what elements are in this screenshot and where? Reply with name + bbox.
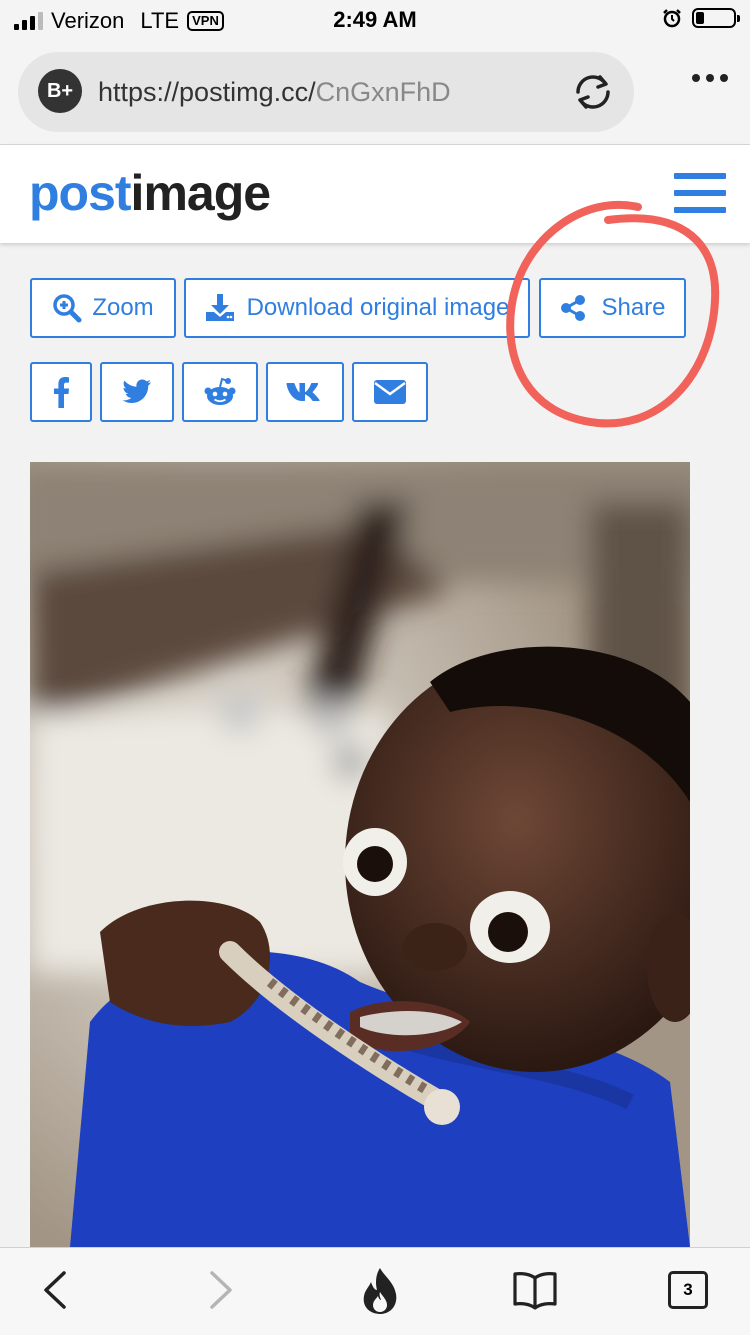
site-header: postimage xyxy=(0,145,750,243)
more-menu-icon[interactable] xyxy=(692,74,728,82)
zoom-button[interactable]: Zoom xyxy=(30,278,176,338)
back-icon[interactable] xyxy=(40,1270,70,1310)
reddit-share-button[interactable] xyxy=(182,362,258,422)
menu-icon[interactable] xyxy=(674,173,726,213)
browser-chrome: B+ https://postimg.cc/CnGxnFhD xyxy=(0,40,750,145)
download-button[interactable]: Download original image xyxy=(184,278,530,338)
vk-icon xyxy=(286,383,320,401)
forward-icon xyxy=(210,1271,232,1309)
url-text[interactable]: https://postimg.cc/CnGxnFhD xyxy=(98,77,451,108)
download-label: Download original image xyxy=(246,294,510,321)
postimage-logo[interactable]: postimage xyxy=(29,165,271,221)
zoom-label: Zoom xyxy=(92,294,154,321)
share-button[interactable]: Share xyxy=(539,278,686,338)
reload-icon[interactable] xyxy=(570,70,616,114)
uploaded-photo[interactable] xyxy=(30,462,690,1247)
bookmarks-icon[interactable] xyxy=(512,1270,558,1310)
address-bar[interactable]: B+ https://postimg.cc/CnGxnFhD xyxy=(18,52,634,132)
facebook-share-button[interactable] xyxy=(30,362,92,422)
share-icon xyxy=(561,295,586,321)
twitter-share-button[interactable] xyxy=(100,362,174,422)
vk-share-button[interactable] xyxy=(266,362,344,422)
twitter-icon xyxy=(122,379,151,403)
flame-icon[interactable] xyxy=(358,1266,402,1316)
email-icon xyxy=(374,380,406,404)
browser-badge-icon[interactable]: B+ xyxy=(38,69,82,113)
facebook-icon xyxy=(54,377,69,408)
email-share-button[interactable] xyxy=(352,362,428,422)
alarm-icon xyxy=(663,9,681,28)
download-icon xyxy=(205,294,234,321)
tabs-button[interactable]: 3 xyxy=(668,1271,708,1309)
reddit-icon xyxy=(204,377,236,405)
share-label: Share xyxy=(601,294,666,321)
status-bar: Verizon LTE VPN 2:49 AM xyxy=(0,0,750,40)
clock: 2:49 AM xyxy=(333,7,417,32)
battery-icon xyxy=(692,8,740,28)
zoom-icon xyxy=(53,294,82,323)
browser-toolbar: 3 xyxy=(0,1247,750,1335)
